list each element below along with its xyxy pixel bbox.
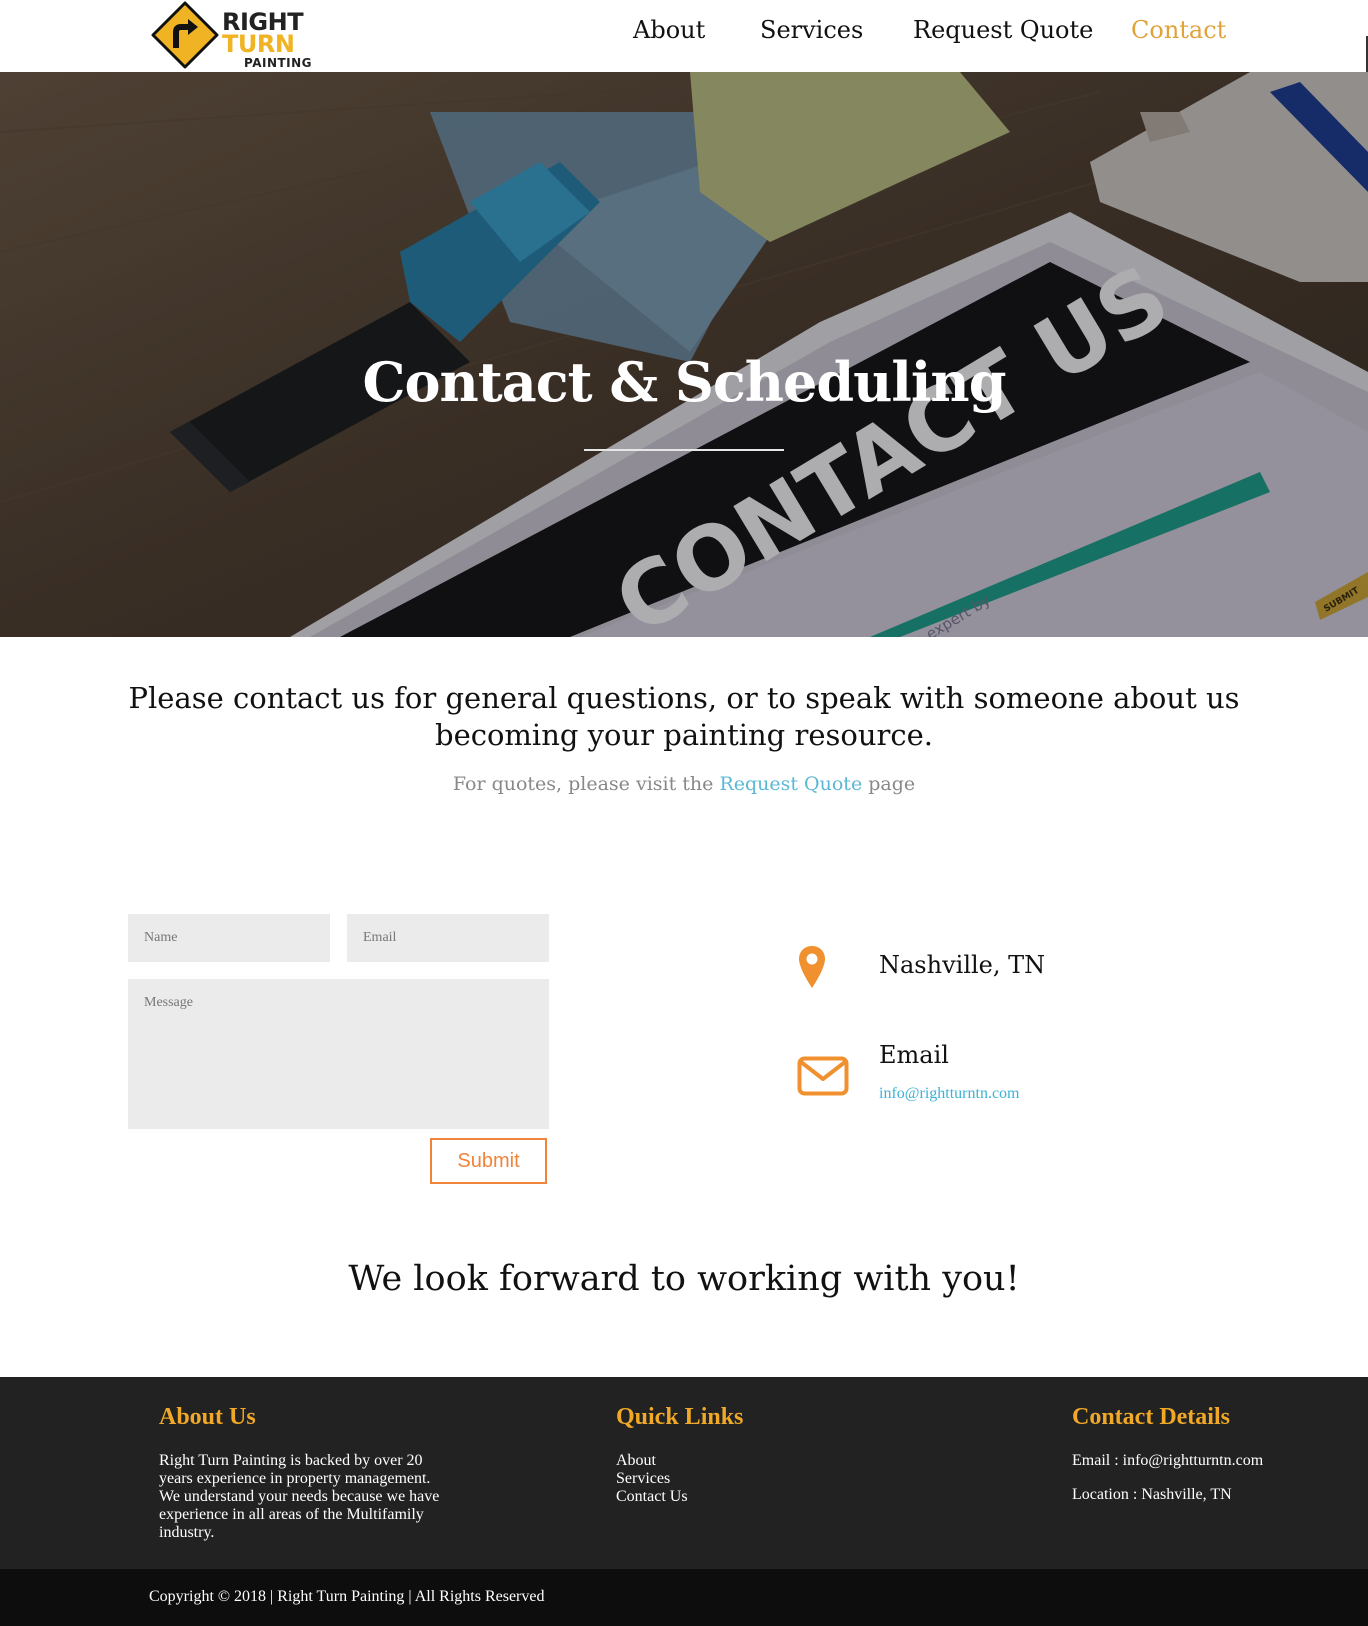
quote-note: For quotes, please visit the Request Quo… [0, 773, 1368, 795]
copyright-text: Copyright © 2018 | Right Turn Painting |… [149, 1588, 545, 1605]
footer-contact-location: Location : Nashville, TN [1072, 1486, 1232, 1503]
copyright-bar: Copyright © 2018 | Right Turn Painting |… [0, 1569, 1368, 1626]
footer-link-services[interactable]: Services [616, 1470, 670, 1487]
envelope-icon [797, 1056, 849, 1096]
location-text: Nashville, TN [879, 951, 1046, 979]
nav-contact[interactable]: Contact [1131, 16, 1226, 44]
footer-link-about[interactable]: About [616, 1452, 656, 1469]
footer-link-contact-us[interactable]: Contact Us [616, 1488, 688, 1505]
page-title: Contact & Scheduling [362, 350, 1007, 414]
footer-links-title: Quick Links [616, 1404, 744, 1430]
footer-quick-links: About Services Contact Us [616, 1452, 688, 1506]
email-title: Email [879, 1041, 949, 1069]
site-header: RIGHT TURN PAINTING About Services Reque… [0, 0, 1368, 72]
quote-note-suffix: page [862, 773, 916, 795]
map-pin-icon [799, 946, 825, 988]
request-quote-link[interactable]: Request Quote [719, 773, 862, 795]
footer-about-title: About Us [159, 1404, 256, 1430]
intro-heading: Please contact us for general questions,… [128, 681, 1240, 752]
nav-services[interactable]: Services [760, 16, 863, 44]
email-link[interactable]: info@rightturntn.com [879, 1085, 1020, 1103]
email-input[interactable] [347, 914, 549, 962]
logo-line-3: PAINTING [244, 56, 313, 70]
nav-request-quote[interactable]: Request Quote [913, 16, 1093, 44]
footer-contact-email: Email : info@rightturntn.com [1072, 1452, 1264, 1469]
footer-about-text: Right Turn Painting is backed by over 20… [159, 1452, 440, 1541]
submit-button[interactable]: Submit [430, 1138, 547, 1184]
nav-about[interactable]: About [633, 16, 705, 44]
main-nav: About Services Request Quote Contact [0, 16, 1368, 56]
quote-note-prefix: For quotes, please visit the [452, 773, 720, 795]
name-input[interactable] [128, 914, 330, 962]
title-divider [584, 449, 784, 451]
closing-message: We look forward to working with you! [348, 1259, 1020, 1299]
footer-contact-title: Contact Details [1072, 1404, 1230, 1430]
hero-banner: CONTACT US an expert by SUBMIT Contact &… [0, 72, 1368, 637]
message-textarea[interactable] [128, 979, 549, 1129]
site-footer: About Us Right Turn Painting is backed b… [0, 1377, 1368, 1569]
